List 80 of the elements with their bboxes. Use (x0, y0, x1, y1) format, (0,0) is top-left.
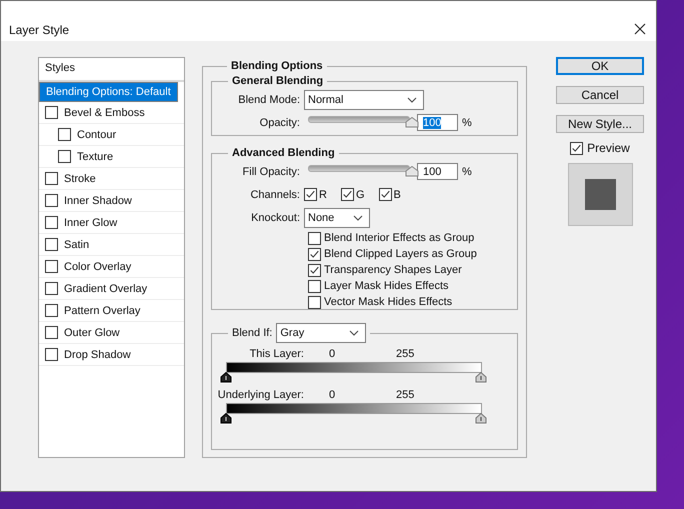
checkbox[interactable] (308, 264, 321, 276)
checkbox-label: Layer Mask Hides Effects (324, 280, 449, 292)
range-handle[interactable] (220, 372, 232, 383)
style-item[interactable]: Drop Shadow (39, 344, 184, 366)
checkbox[interactable] (45, 106, 58, 119)
style-item[interactable]: Outer Glow (39, 322, 184, 344)
checkbox[interactable] (45, 260, 58, 273)
checkbox-label: Vector Mask Hides Effects (324, 296, 452, 308)
value-label: 0 (329, 389, 336, 401)
style-item[interactable]: Inner Shadow (39, 190, 184, 212)
checkbox[interactable] (58, 128, 71, 141)
checkbox[interactable] (58, 150, 71, 163)
blend-mode-dropdown[interactable]: Normal (304, 90, 424, 110)
style-item[interactable]: Satin (39, 234, 184, 256)
checkbox-label: R (319, 188, 327, 200)
style-item[interactable]: Contour (39, 124, 184, 146)
checkbox[interactable] (378, 188, 392, 201)
field-label: Fill Opacity: (242, 166, 301, 178)
style-item[interactable]: Color Overlay (39, 256, 184, 278)
field-label: This Layer: (248, 348, 304, 360)
value-label: 255 (396, 348, 414, 360)
checkbox-label: G (356, 188, 365, 200)
style-item[interactable]: Pattern Overlay (39, 300, 184, 322)
checkbox[interactable] (45, 238, 58, 251)
checkbox[interactable] (308, 296, 321, 308)
checkbox[interactable] (45, 172, 58, 185)
style-item[interactable]: Bevel & Emboss (39, 102, 184, 124)
blend-if-dropdown[interactable]: Gray (276, 323, 366, 343)
slider-thumb[interactable] (405, 117, 419, 128)
checkbox-label: B (394, 188, 401, 200)
group-title: Advanced Blending (232, 147, 335, 159)
field-label: Knockout: (250, 212, 301, 224)
field-label: Opacity: (258, 116, 301, 128)
window-title: Layer Style (9, 23, 70, 38)
range-handle[interactable] (475, 372, 487, 383)
checkbox[interactable] (45, 194, 58, 207)
checkbox[interactable] (45, 326, 58, 339)
close-icon[interactable] (634, 23, 646, 35)
checkbox[interactable] (308, 248, 321, 260)
style-item[interactable]: Inner Glow (39, 212, 184, 234)
group-title: Blending Options (231, 60, 323, 72)
checkbox[interactable] (45, 304, 58, 317)
knockout-dropdown[interactable]: None (304, 208, 370, 228)
field-label: Blend If: (232, 327, 272, 339)
range-handle[interactable] (220, 413, 232, 424)
checkbox-label: Blend Clipped Layers as Group (324, 248, 477, 260)
checkbox[interactable] (308, 232, 321, 244)
dialog-button[interactable]: Cancel (556, 86, 644, 104)
checkbox[interactable] (304, 188, 317, 201)
dialog-button[interactable]: New Style... (556, 115, 644, 133)
unit-label: % (462, 166, 472, 178)
unit-label: % (462, 116, 472, 128)
field-label: Blend Mode: (237, 94, 301, 106)
checkbox[interactable] (45, 348, 58, 361)
checkbox-label: Blend Interior Effects as Group (324, 232, 474, 244)
field-label: Channels: (249, 188, 301, 200)
value-label: 255 (396, 389, 414, 401)
checkbox[interactable] (45, 282, 58, 295)
value-field[interactable]: 100 (417, 163, 458, 180)
value-field[interactable]: 100 (417, 114, 458, 131)
style-item[interactable]: Stroke (39, 168, 184, 190)
range-handle[interactable] (475, 413, 487, 424)
dialog-button[interactable]: OK (556, 57, 644, 75)
value-label: 0 (329, 348, 336, 360)
chevron-icon (349, 330, 360, 336)
group-title: General Blending (232, 75, 324, 87)
checkbox-label: Preview (587, 141, 630, 155)
style-item[interactable]: Blending Options: Default (39, 82, 178, 102)
chevron-icon (407, 96, 417, 102)
preview-thumbnail (568, 163, 632, 226)
checkbox-label: Transparency Shapes Layer (324, 264, 462, 276)
checkbox[interactable] (570, 142, 584, 154)
checkbox[interactable] (308, 280, 321, 292)
checkbox[interactable] (340, 188, 354, 201)
field-label: Underlying Layer: (216, 389, 304, 401)
checkbox[interactable] (45, 216, 58, 229)
chevron-icon (353, 214, 363, 220)
style-item[interactable]: Gradient Overlay (39, 278, 184, 300)
style-item[interactable]: Texture (39, 146, 184, 168)
slider-thumb[interactable] (405, 166, 419, 177)
